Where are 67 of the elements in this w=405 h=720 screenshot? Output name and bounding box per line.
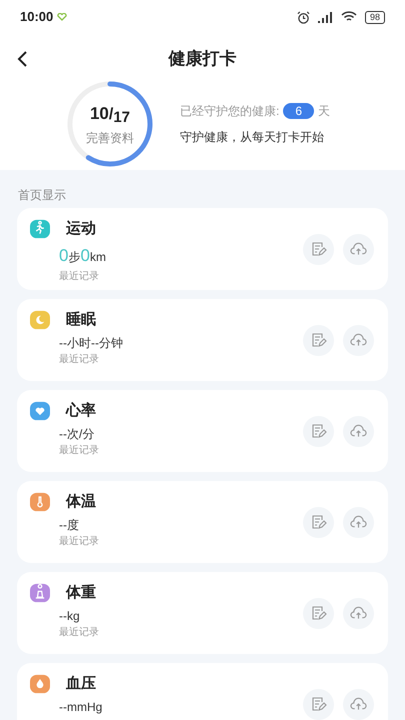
progress-count: 10 [90, 102, 109, 125]
signal-icon [318, 12, 333, 22]
heart-icon [57, 13, 68, 21]
card-title: 体重 [66, 582, 96, 603]
card-value: --次/分 [59, 426, 94, 443]
streak-days: 6 [283, 103, 314, 119]
streak-prefix: 已经守护您的健康: [180, 103, 280, 120]
upload-button[interactable] [343, 688, 374, 720]
status-time: 10:00 [20, 8, 54, 26]
card-value: km [90, 249, 106, 266]
upload-button[interactable] [343, 598, 374, 628]
progress-total: 17 [113, 108, 130, 128]
page-title: 健康打卡 [168, 48, 236, 70]
card-value: 步 [68, 249, 80, 266]
cloud-upload-icon [350, 606, 367, 620]
upload-button[interactable] [343, 234, 374, 264]
recent-record-label: 最近记录 [59, 534, 100, 549]
cloud-upload-icon [350, 242, 367, 256]
wifi-icon [340, 11, 357, 23]
card-value: --度 [59, 517, 79, 534]
card-value: 0 [80, 245, 90, 267]
upload-button[interactable] [343, 506, 374, 538]
edit-button[interactable] [303, 598, 334, 628]
alarm-icon [296, 10, 310, 24]
edit-icon [310, 241, 326, 257]
card-title: 体温 [66, 492, 96, 512]
streak-suffix: 天 [318, 103, 330, 120]
health-card[interactable]: 睡眠 --小时--分钟 最近记录 [17, 299, 388, 381]
recent-record-label: 最近记录 [59, 352, 100, 367]
section-title: 首页显示 [17, 187, 67, 204]
card-value: 0 [59, 245, 68, 267]
card-title: 血压 [66, 674, 96, 694]
recent-record-label: 最近记录 [59, 626, 100, 640]
progress-label: 完善资料 [86, 130, 134, 148]
back-icon [16, 50, 28, 68]
upload-button[interactable] [343, 324, 374, 356]
progress-slash: / [108, 104, 114, 125]
card-value: --kg [59, 608, 80, 625]
edit-button[interactable] [303, 234, 334, 264]
cloud-upload-icon [350, 515, 367, 529]
edit-icon [310, 423, 326, 439]
health-card[interactable]: 体重 --kg 最近记录 [17, 572, 388, 654]
health-card[interactable]: 运动 0步0km 最近记录 [17, 208, 388, 290]
battery-indicator: 98 [364, 10, 385, 24]
upload-button[interactable] [343, 416, 374, 446]
edit-button[interactable] [303, 324, 334, 356]
edit-icon [310, 514, 326, 530]
recent-record-label: 最近记录 [59, 270, 100, 284]
card-value: --mmHg [59, 699, 102, 716]
cloud-upload-icon [350, 697, 367, 711]
cloud-upload-icon [350, 333, 367, 347]
card-title: 心率 [66, 400, 96, 421]
recent-record-label: 最近记录 [59, 444, 100, 458]
edit-button[interactable] [303, 416, 334, 446]
edit-icon [310, 605, 326, 621]
card-value: --小时--分钟 [59, 335, 123, 352]
edit-icon [310, 696, 326, 712]
health-card[interactable]: 血压 --mmHg [17, 663, 388, 720]
card-title: 运动 [66, 218, 96, 239]
edit-button[interactable] [303, 688, 334, 720]
health-card[interactable]: 体温 --度 最近记录 [17, 481, 388, 563]
card-title: 睡眠 [66, 310, 96, 330]
cloud-upload-icon [350, 424, 367, 438]
edit-button[interactable] [303, 506, 334, 538]
slogan: 守护健康，从每天打卡开始 [180, 129, 325, 146]
health-card[interactable]: 心率 --次/分 最近记录 [17, 390, 388, 472]
edit-icon [310, 332, 326, 348]
